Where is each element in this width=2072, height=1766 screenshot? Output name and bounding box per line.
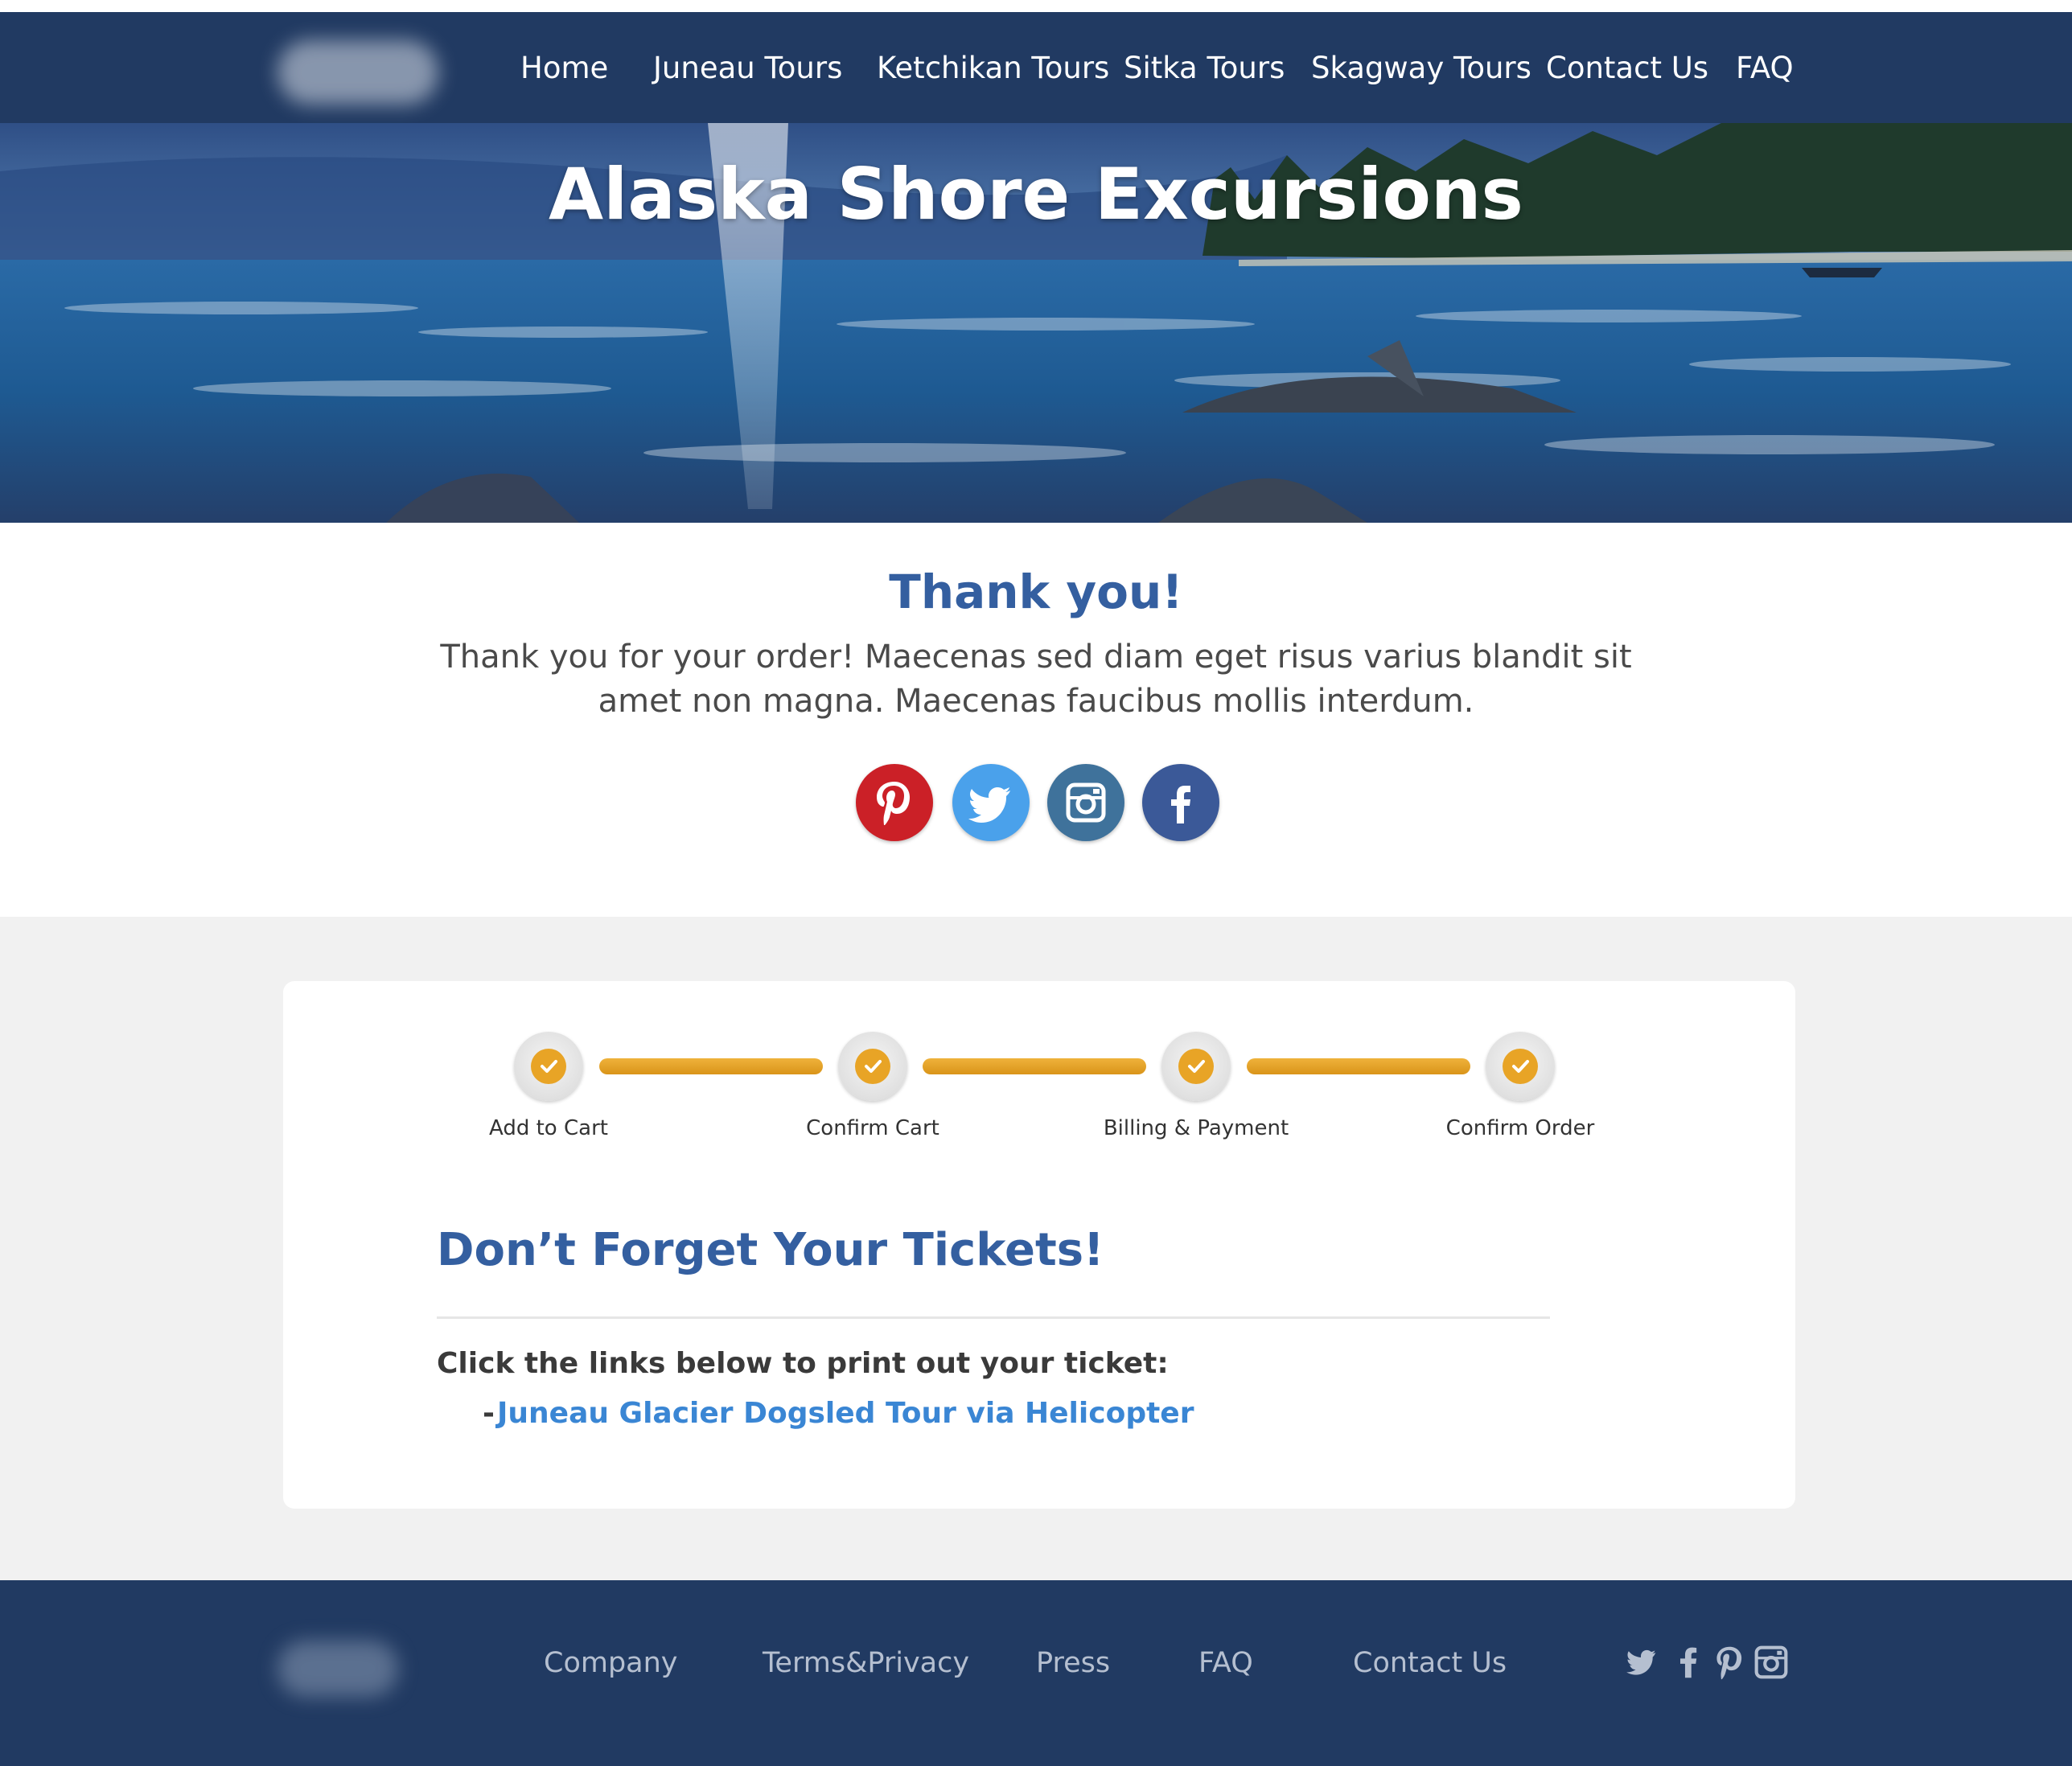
facebook-icon — [1171, 786, 1190, 823]
pinterest-icon — [1716, 1646, 1742, 1680]
step-confirm-order — [1486, 1032, 1555, 1101]
footer-link-terms-privacy[interactable]: Terms&Privacy — [763, 1647, 969, 1679]
thank-you-heading: Thank you! — [889, 565, 1183, 619]
pinterest-icon — [877, 782, 910, 825]
progress-bar-1 — [599, 1058, 823, 1074]
footer-logo[interactable] — [278, 1641, 398, 1697]
nav-skagway-tours[interactable]: Skagway Tours — [1311, 51, 1531, 85]
ticket-link[interactable]: Juneau Glacier Dogsled Tour via Helicopt… — [497, 1397, 1194, 1430]
site-logo[interactable] — [278, 40, 438, 105]
progress-bar-2 — [923, 1058, 1146, 1074]
instagram-icon — [1754, 1645, 1788, 1679]
footer-facebook-link[interactable] — [1671, 1645, 1707, 1680]
nav-sitka-tours[interactable]: Sitka Tours — [1124, 51, 1285, 85]
thank-you-message: Thank you for your order! Maecenas sed d… — [440, 639, 1632, 720]
footer-link-contact-us[interactable]: Contact Us — [1353, 1647, 1507, 1679]
footer-link-press[interactable]: Press — [1036, 1647, 1110, 1679]
facebook-share-button[interactable] — [1142, 764, 1219, 841]
step-confirm-cart — [838, 1032, 907, 1101]
step-label-add-to-cart: Add to Cart — [489, 1116, 608, 1140]
facebook-icon — [1680, 1647, 1697, 1678]
footer-twitter-link[interactable] — [1623, 1645, 1659, 1680]
step-billing-payment — [1161, 1032, 1231, 1101]
twitter-share-button[interactable] — [952, 764, 1030, 841]
progress-bar-3 — [1247, 1058, 1470, 1074]
nav-contact-us[interactable]: Contact Us — [1546, 51, 1708, 85]
ticket-bullet: - — [483, 1397, 495, 1430]
tickets-heading: Don’t Forget Your Tickets! — [437, 1224, 1104, 1276]
twitter-icon — [1626, 1649, 1656, 1675]
nav-faq[interactable]: FAQ — [1736, 51, 1794, 85]
checkmark-icon — [1188, 1060, 1205, 1073]
tickets-instruction: Click the links below to print out your … — [437, 1347, 1169, 1380]
footer-instagram-link[interactable] — [1753, 1645, 1789, 1680]
checkmark-icon — [541, 1060, 557, 1073]
hero-title: Alaska Shore Excursions — [549, 153, 1523, 236]
footer-pinterest-link[interactable] — [1712, 1645, 1747, 1680]
footer-link-faq[interactable]: FAQ — [1198, 1647, 1253, 1679]
pinterest-share-button[interactable] — [856, 764, 933, 841]
instagram-icon — [1066, 782, 1106, 823]
step-label-confirm-order: Confirm Order — [1445, 1116, 1595, 1140]
nav-juneau-tours[interactable]: Juneau Tours — [653, 51, 842, 85]
instagram-share-button[interactable] — [1047, 764, 1124, 841]
footer-link-company[interactable]: Company — [544, 1647, 678, 1679]
checkmark-icon — [865, 1060, 882, 1073]
step-label-confirm-cart: Confirm Cart — [806, 1116, 939, 1140]
twitter-icon — [968, 787, 1010, 823]
nav-home[interactable]: Home — [520, 51, 608, 85]
step-label-billing-payment: Billing & Payment — [1103, 1116, 1289, 1140]
divider — [437, 1316, 1550, 1319]
step-add-to-cart — [514, 1032, 583, 1101]
nav-ketchikan-tours[interactable]: Ketchikan Tours — [877, 51, 1109, 85]
checkmark-icon — [1512, 1060, 1529, 1073]
top-margin — [0, 0, 2072, 12]
